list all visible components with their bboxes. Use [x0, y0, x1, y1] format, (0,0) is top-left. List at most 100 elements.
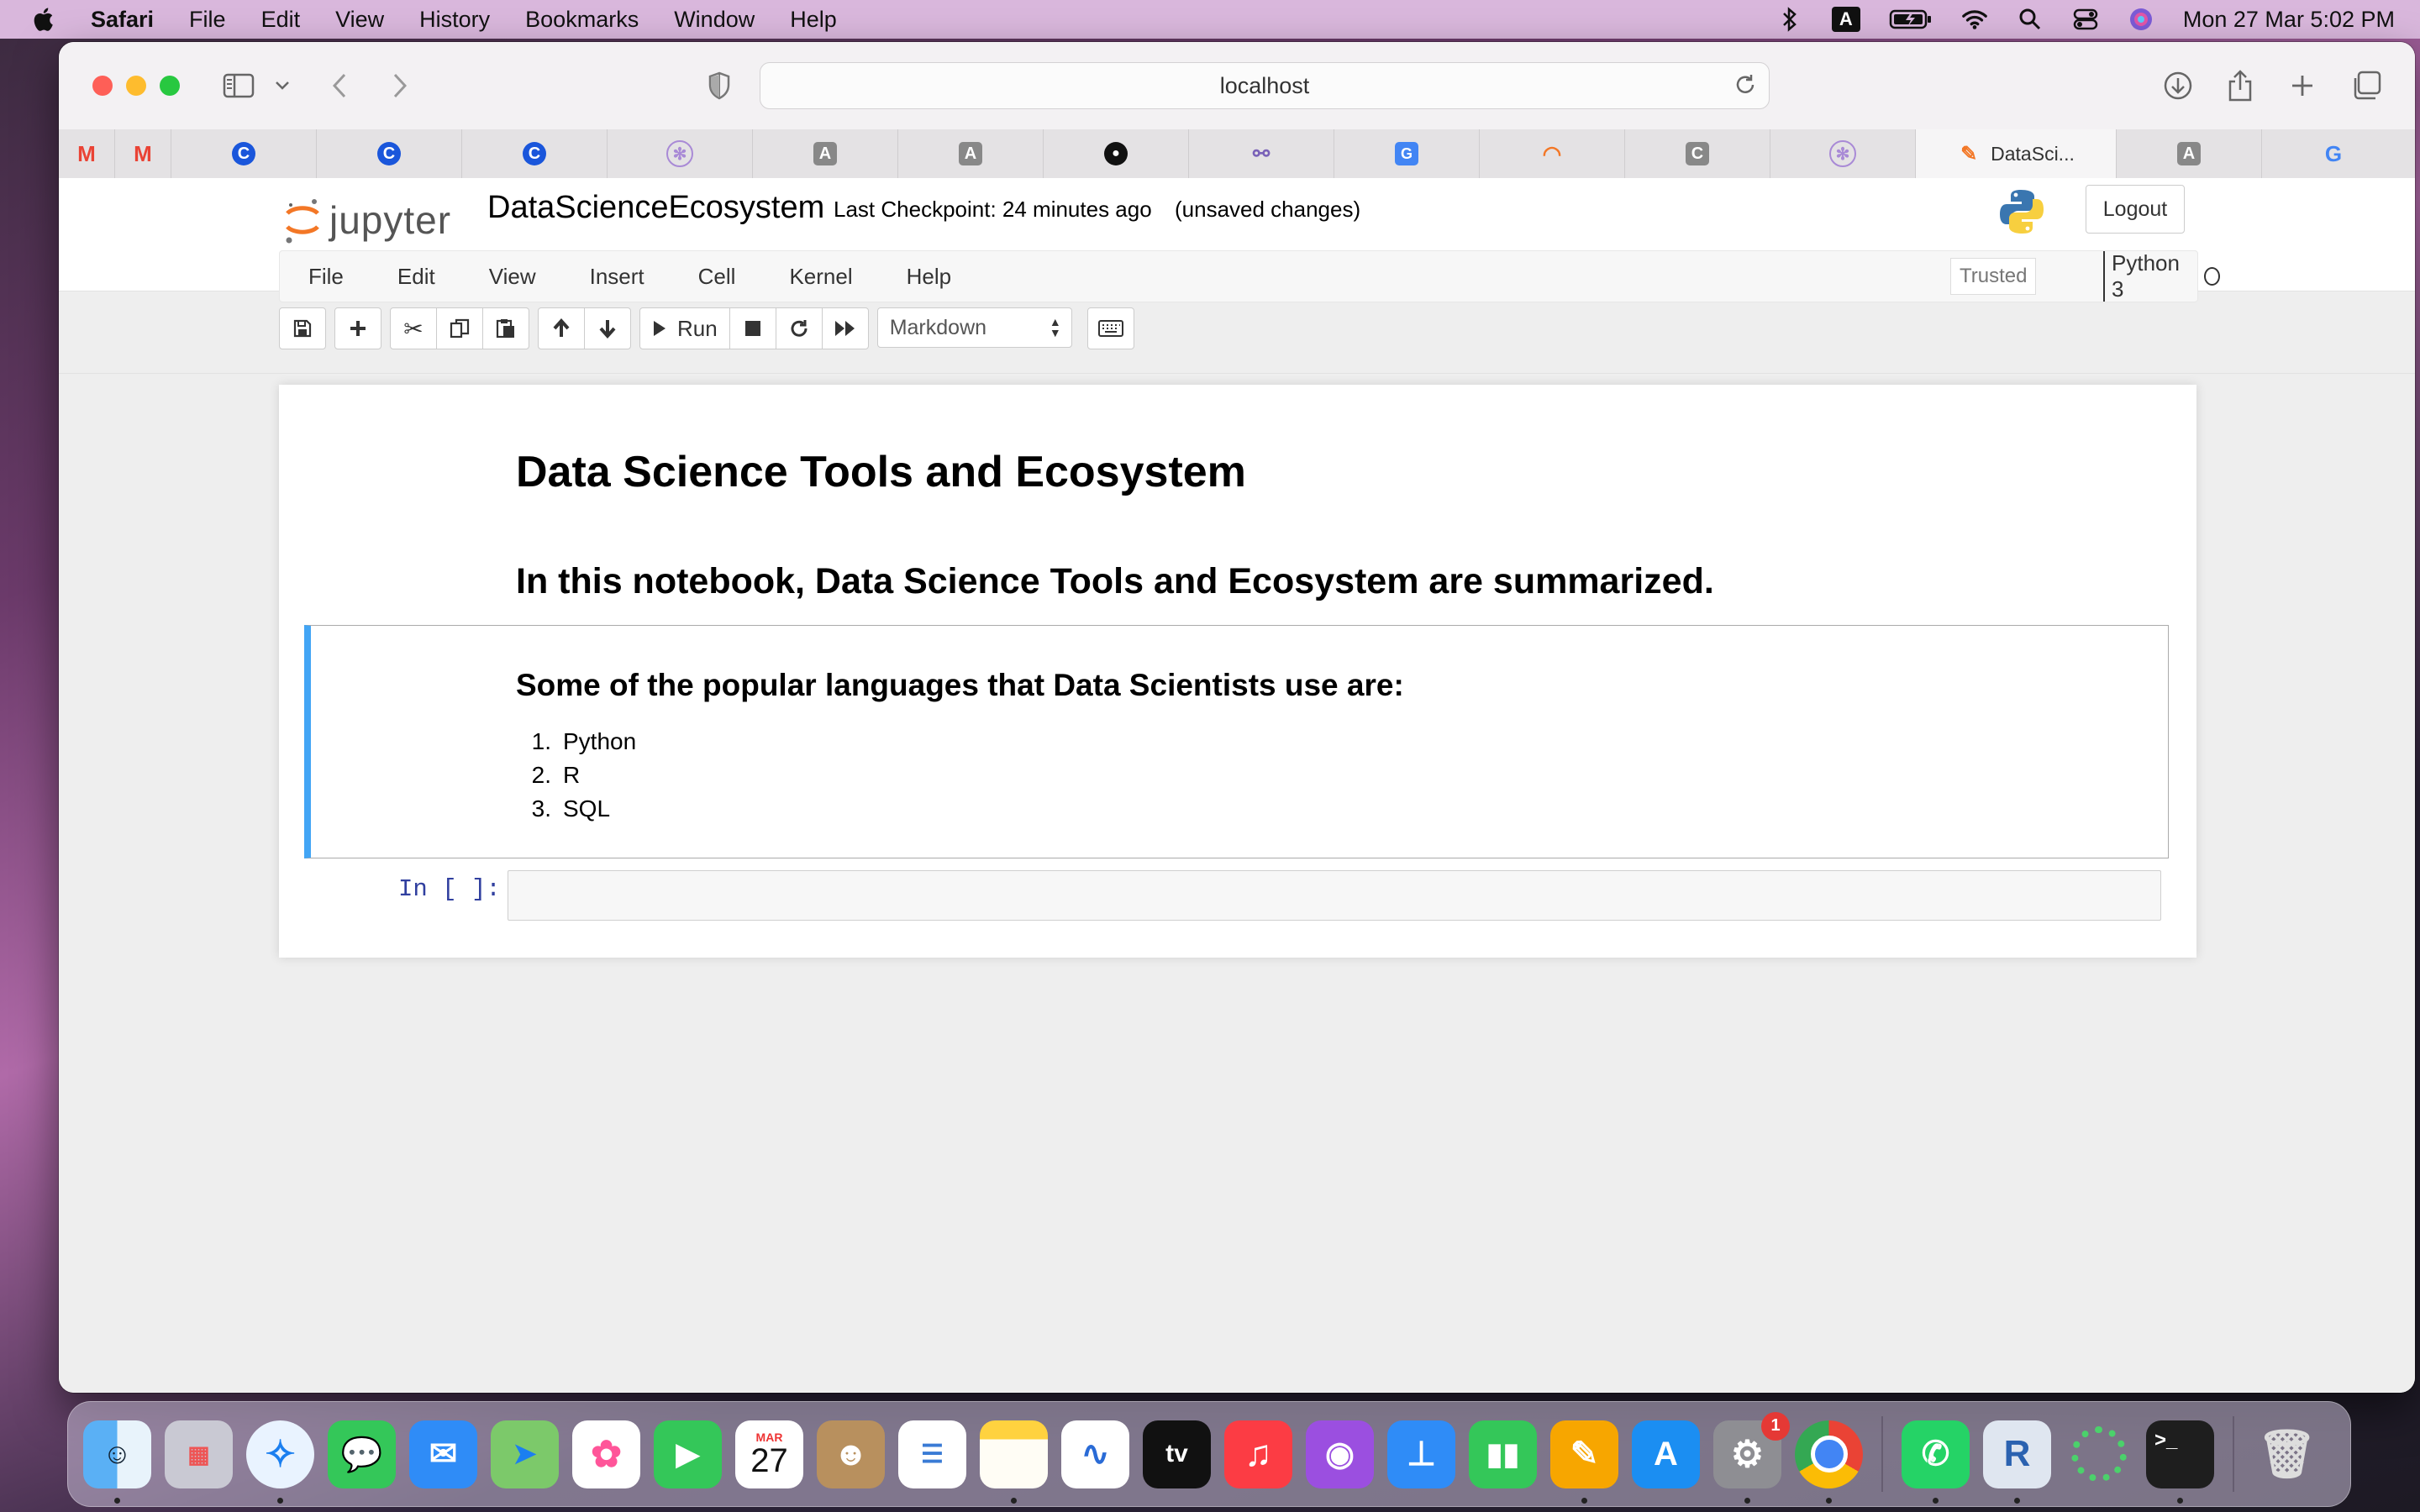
tab-openai-1[interactable]: ✻	[608, 129, 753, 178]
paste-button[interactable]	[482, 307, 529, 349]
bluetooth-icon[interactable]	[1776, 6, 1803, 33]
menu-view[interactable]: View	[335, 7, 384, 33]
tab-c-3[interactable]: C	[462, 129, 608, 178]
finder-icon[interactable]: ☺	[83, 1420, 151, 1504]
tab-a-1[interactable]: A	[753, 129, 898, 178]
copy-button[interactable]	[436, 307, 483, 349]
tab-c-1[interactable]: C	[171, 129, 317, 178]
menu-bar-clock[interactable]: Mon 27 Mar 5:02 PM	[2183, 7, 2395, 33]
nb-menu-file[interactable]: File	[308, 264, 344, 290]
tab-openai-2[interactable]: ✻	[1770, 129, 1916, 178]
share-icon[interactable]	[2222, 67, 2259, 104]
command-palette-button[interactable]	[1086, 307, 1134, 349]
progress-app-icon[interactable]	[2065, 1420, 2133, 1488]
system-settings-icon[interactable]: ⚙ 1	[1713, 1411, 1790, 1504]
spotlight-search-icon[interactable]	[2017, 6, 2044, 33]
forward-icon[interactable]	[381, 67, 418, 104]
safari-icon[interactable]: ✧	[246, 1420, 314, 1504]
interrupt-button[interactable]	[729, 307, 776, 349]
menu-app-name[interactable]: Safari	[91, 7, 154, 33]
tab-gmail-1[interactable]: M	[59, 129, 115, 178]
photos-icon[interactable]: ✿	[572, 1420, 640, 1488]
notebook-name[interactable]: DataScienceEcosystem	[487, 190, 824, 226]
tab-notebook-active[interactable]: ✎ DataSci...	[1916, 129, 2117, 178]
nb-menu-insert[interactable]: Insert	[590, 264, 644, 290]
reload-icon[interactable]	[1733, 73, 1757, 102]
chevron-down-icon[interactable]	[264, 67, 301, 104]
downloads-icon[interactable]	[2160, 67, 2196, 104]
menu-edit[interactable]: Edit	[261, 7, 301, 33]
restart-run-all-button[interactable]	[821, 307, 869, 349]
cell-type-select[interactable]: Markdown ▲ ▼	[876, 307, 1072, 348]
close-window-button[interactable]	[92, 76, 113, 96]
keynote-icon[interactable]: ⊥	[1387, 1420, 1455, 1488]
nb-menu-help[interactable]: Help	[907, 264, 951, 290]
jupyter-logo[interactable]: jupyter	[284, 195, 451, 245]
restart-button[interactable]	[775, 307, 823, 349]
tab-jupyter[interactable]: ◠	[1480, 129, 1625, 178]
battery-icon[interactable]	[1889, 6, 1933, 33]
menu-file[interactable]: File	[189, 7, 226, 33]
messages-icon[interactable]: 💬	[328, 1420, 396, 1488]
kernel-indicator[interactable]: Python 3	[2103, 250, 2220, 302]
notebook-title-heading[interactable]: Data Science Tools and Ecosystem	[516, 447, 1246, 497]
save-button[interactable]	[279, 307, 326, 349]
nb-menu-view[interactable]: View	[489, 264, 536, 290]
menu-history[interactable]: History	[419, 7, 490, 33]
move-up-button[interactable]	[538, 307, 585, 349]
zoom-window-button[interactable]	[160, 76, 180, 96]
menu-window[interactable]: Window	[674, 7, 755, 33]
trash-icon[interactable]: 🗑	[2253, 1420, 2321, 1488]
contacts-icon[interactable]: ☻	[817, 1420, 885, 1488]
sidebar-toggle-icon[interactable]	[220, 67, 257, 104]
tab-gmail-2[interactable]: M	[115, 129, 171, 178]
terminal-icon[interactable]: >_	[2146, 1420, 2214, 1504]
move-down-button[interactable]	[584, 307, 631, 349]
trusted-indicator[interactable]: Trusted	[1950, 258, 2037, 295]
address-bar[interactable]: localhost	[760, 62, 1770, 109]
calendar-icon[interactable]: MAR 27	[735, 1420, 803, 1488]
numbers-icon[interactable]: ▮▮	[1469, 1420, 1537, 1488]
notebook-intro-heading[interactable]: In this notebook, Data Science Tools and…	[516, 561, 1714, 602]
tab-a-2[interactable]: A	[898, 129, 1044, 178]
address-text[interactable]: localhost	[1220, 73, 1310, 99]
notes-icon[interactable]	[980, 1420, 1048, 1504]
run-button[interactable]: Run	[639, 307, 730, 349]
back-icon[interactable]	[321, 67, 358, 104]
minimize-window-button[interactable]	[126, 76, 146, 96]
new-tab-icon[interactable]	[2284, 67, 2321, 104]
app-store-icon[interactable]: A	[1632, 1420, 1700, 1488]
tab-translate[interactable]: G	[1334, 129, 1480, 178]
podcasts-icon[interactable]: ◉	[1306, 1420, 1374, 1488]
apple-logo-icon[interactable]	[30, 5, 59, 34]
tab-overview-icon[interactable]	[2348, 67, 2385, 104]
nb-menu-kernel[interactable]: Kernel	[789, 264, 852, 290]
control-center-icon[interactable]	[2072, 6, 2099, 33]
launchpad-icon[interactable]: ▦	[165, 1420, 233, 1488]
whatsapp-icon[interactable]: ✆	[1902, 1420, 1970, 1504]
freeform-icon[interactable]: ∿	[1061, 1420, 1129, 1488]
reminders-icon[interactable]: ☰	[898, 1420, 966, 1488]
r-app-icon[interactable]: R	[1983, 1420, 2051, 1504]
menu-bookmarks[interactable]: Bookmarks	[525, 7, 639, 33]
cut-button[interactable]: ✂	[390, 307, 437, 349]
tab-c-gray[interactable]: C	[1625, 129, 1770, 178]
privacy-shield-icon[interactable]	[701, 67, 738, 104]
insert-cell-button[interactable]	[334, 307, 381, 349]
pages-icon[interactable]: ✎	[1550, 1420, 1618, 1504]
tab-link[interactable]: ⚯	[1189, 129, 1334, 178]
tab-a-3[interactable]: A	[2117, 129, 2262, 178]
tab-github[interactable]: ●	[1044, 129, 1189, 178]
maps-icon[interactable]: ➤	[491, 1420, 559, 1488]
code-cell-input[interactable]	[508, 870, 2161, 921]
siri-icon[interactable]	[2128, 6, 2154, 33]
nb-menu-edit[interactable]: Edit	[397, 264, 435, 290]
tab-google[interactable]: G	[2262, 129, 2405, 178]
facetime-icon[interactable]: ▶	[654, 1420, 722, 1488]
apple-tv-icon[interactable]: tv	[1143, 1420, 1211, 1488]
tab-c-2[interactable]: C	[317, 129, 462, 178]
mail-icon[interactable]: ✉	[409, 1420, 477, 1488]
selected-markdown-cell[interactable]: Some of the popular languages that Data …	[304, 625, 2169, 858]
wifi-icon[interactable]	[1961, 6, 1988, 33]
nb-menu-cell[interactable]: Cell	[698, 264, 736, 290]
